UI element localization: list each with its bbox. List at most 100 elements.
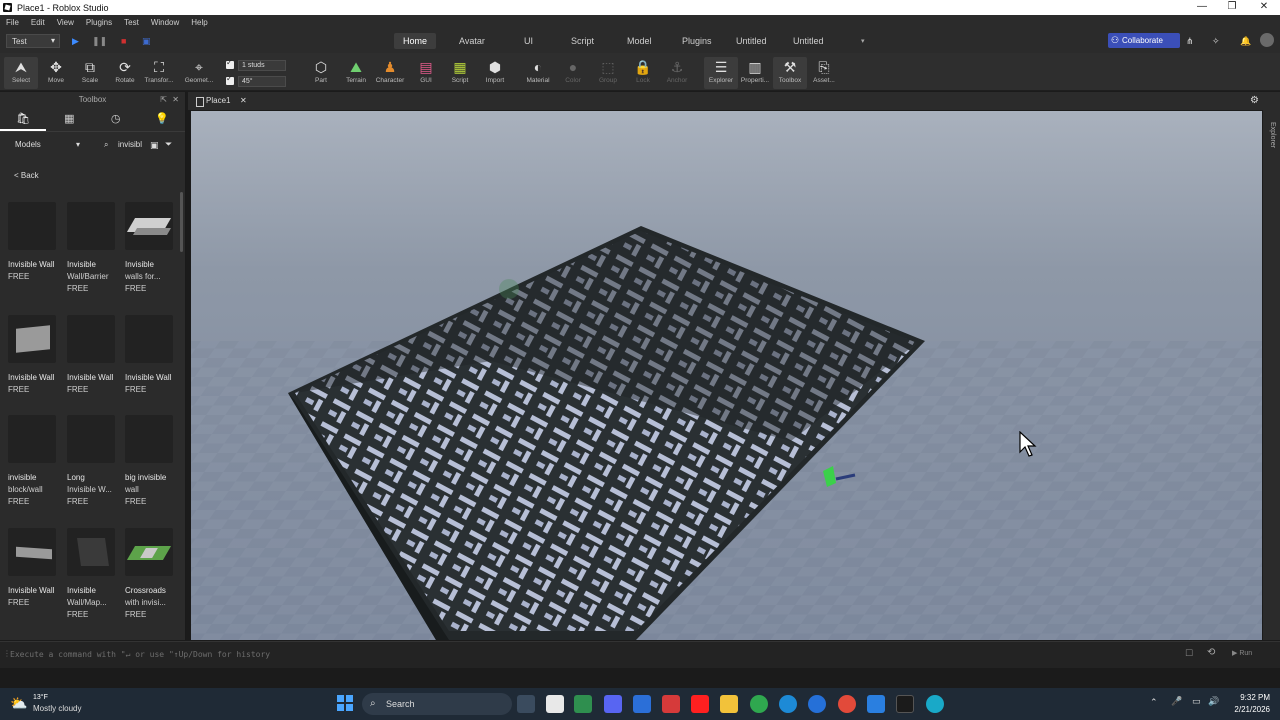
settings-gear-icon[interactable]: ⚙ [1250, 95, 1259, 106]
menu-edit[interactable]: Edit [25, 18, 51, 27]
asset-item[interactable]: Long Invisible W... FREE [67, 415, 119, 515]
start-button[interactable] [337, 695, 353, 711]
material-button[interactable]: ◐ Material [521, 57, 555, 89]
tab-untitled-2[interactable]: Untitled [784, 33, 833, 49]
run-button[interactable]: ▶ Run [1232, 649, 1252, 657]
app2-icon[interactable] [867, 695, 885, 713]
close-button[interactable]: ✕ [1248, 0, 1280, 15]
task-view-icon[interactable] [517, 695, 535, 713]
explorer-collapsed-strip[interactable]: Explorer [1263, 92, 1280, 640]
minimize-button[interactable]: — [1186, 0, 1218, 15]
menu-help[interactable]: Help [185, 18, 213, 27]
back-link[interactable]: < Back [14, 171, 39, 180]
close-tab-icon[interactable]: ✕ [240, 94, 247, 108]
anchor-button[interactable]: ⚓ Anchor [660, 57, 694, 89]
geometry-tool[interactable]: ⌖ Geomet... [182, 57, 216, 89]
pause-icon[interactable]: ❚❚ [92, 36, 107, 47]
toolbox-search-input[interactable]: ⌕ invisibl [100, 138, 148, 152]
gui-button[interactable]: ▤ GUI [409, 57, 443, 89]
menu-view[interactable]: View [51, 18, 80, 27]
history-icon[interactable]: ⟲ [1207, 647, 1215, 658]
tab-untitled-1[interactable]: Untitled [727, 33, 776, 49]
tab-ui[interactable]: UI [515, 33, 542, 49]
app3-icon[interactable] [926, 695, 944, 713]
close-panel-icon[interactable]: ✕ [172, 92, 179, 108]
move-tool[interactable]: ✥ Move [39, 57, 73, 89]
tab-script[interactable]: Script [562, 33, 603, 49]
asset-item[interactable]: Invisible Wall FREE [8, 315, 60, 415]
weather-temp[interactable]: 13°F [33, 694, 48, 701]
toolbox-scrollbar[interactable] [180, 192, 183, 252]
scale-tool[interactable]: ⧉ Scale [73, 57, 107, 89]
undock-icon[interactable]: ⇱ [160, 92, 167, 108]
app-icon[interactable] [808, 695, 826, 713]
mode-dropdown[interactable]: Test [6, 34, 60, 48]
doc-tab-place1[interactable]: Place1 ✕ [194, 94, 247, 108]
asset-item[interactable]: Invisible Wall FREE [8, 528, 60, 628]
asset-item[interactable]: Invisible Wall FREE [8, 202, 60, 302]
asset-item[interactable]: Invisible walls for... FREE [125, 202, 177, 302]
tab-recent[interactable]: ◷ [93, 108, 139, 131]
pdf-icon[interactable] [662, 695, 680, 713]
image-search-icon[interactable]: ▣ [150, 140, 159, 151]
ai-assistant-icon[interactable]: ✧ [1212, 36, 1220, 47]
terrain-button[interactable]: ⛰ Terrain [339, 57, 373, 89]
properties-button[interactable]: ▥ Properti... [738, 57, 772, 89]
asset-manager-button[interactable]: ⎘ Asset... [807, 57, 841, 89]
toolbox-button[interactable]: ⚒ Toolbox [773, 57, 807, 89]
clock-date[interactable]: 2/21/2026 [1222, 705, 1270, 714]
asset-item[interactable]: Crossroads with invisi... FREE [125, 528, 177, 628]
character-button[interactable]: ♟ Character [373, 57, 407, 89]
weather-icon[interactable]: ⛅ [10, 695, 27, 712]
import-button[interactable]: ⬢ Import [478, 57, 512, 89]
clock-time[interactable]: 9:32 PM [1226, 693, 1270, 702]
chrome-icon[interactable] [838, 695, 856, 713]
tab-plugins[interactable]: Plugins [673, 33, 721, 49]
category-dropdown[interactable]: Models [8, 138, 84, 152]
command-input[interactable]: Execute a command with "↵ or use "↑Up/Do… [10, 650, 270, 659]
tab-avatar[interactable]: Avatar [450, 33, 494, 49]
group-button[interactable]: ⬚ Group [591, 57, 625, 89]
color-button[interactable]: ● Color [556, 57, 590, 89]
asset-item[interactable]: Invisible Wall/Map... FREE [67, 528, 119, 628]
notifications-icon[interactable]: 🔔 [1240, 36, 1251, 47]
play-icon[interactable]: ▶ [72, 36, 79, 47]
xbox-icon[interactable] [750, 695, 768, 713]
asset-item[interactable]: Invisible Wall FREE [125, 315, 177, 415]
avatar[interactable] [1260, 33, 1274, 47]
weather-desc[interactable]: Mostly cloudy [33, 704, 81, 713]
tab-marketplace[interactable]: 🛍 [0, 108, 47, 131]
display-icon[interactable]: ▭ [1192, 696, 1201, 707]
roblox-studio-taskbar-icon[interactable] [896, 695, 914, 713]
menu-window[interactable]: Window [145, 18, 185, 27]
rotate-snap-checkbox[interactable] [226, 74, 234, 85]
tab-home[interactable]: Home [394, 33, 437, 49]
menu-plugins[interactable]: Plugins [80, 18, 118, 27]
taskbar-search[interactable]: ⌕ Search [362, 693, 512, 715]
menu-file[interactable]: File [0, 18, 25, 27]
share-icon[interactable]: ⋔ [1186, 36, 1194, 47]
menu-test[interactable]: Test [118, 18, 145, 27]
stop-icon[interactable]: ■ [121, 36, 126, 46]
tray-overflow-icon[interactable]: ⌃ [1150, 697, 1158, 708]
transform-tool[interactable]: ⛶ Transfor... [142, 57, 176, 89]
roblox-icon[interactable] [633, 695, 651, 713]
tab-model[interactable]: Model [618, 33, 661, 49]
select-tool[interactable]: ⮝ Select [4, 57, 38, 89]
3d-viewport[interactable] [191, 111, 1262, 640]
move-snap-checkbox[interactable] [226, 58, 234, 69]
tabs-overflow-icon[interactable]: ▾ [861, 37, 865, 45]
tab-inventory[interactable]: ▦ [46, 108, 92, 131]
youtube-icon[interactable] [691, 695, 709, 713]
maximize-button[interactable]: ❐ [1216, 0, 1248, 15]
microphone-icon[interactable]: 🎤 [1171, 696, 1182, 707]
rotate-tool[interactable]: ⟳ Rotate [108, 57, 142, 89]
store-icon[interactable] [574, 695, 592, 713]
file-icon[interactable] [546, 695, 564, 713]
script-button[interactable]: ▦ Script [443, 57, 477, 89]
collaborate-button[interactable]: Collaborate [1108, 33, 1180, 48]
asset-item[interactable]: invisible block/wall FREE [8, 415, 60, 515]
asset-item[interactable]: Invisible Wall FREE [67, 315, 119, 415]
rotate-snap-field[interactable]: 45° [238, 75, 286, 87]
edge-icon[interactable] [779, 695, 797, 713]
